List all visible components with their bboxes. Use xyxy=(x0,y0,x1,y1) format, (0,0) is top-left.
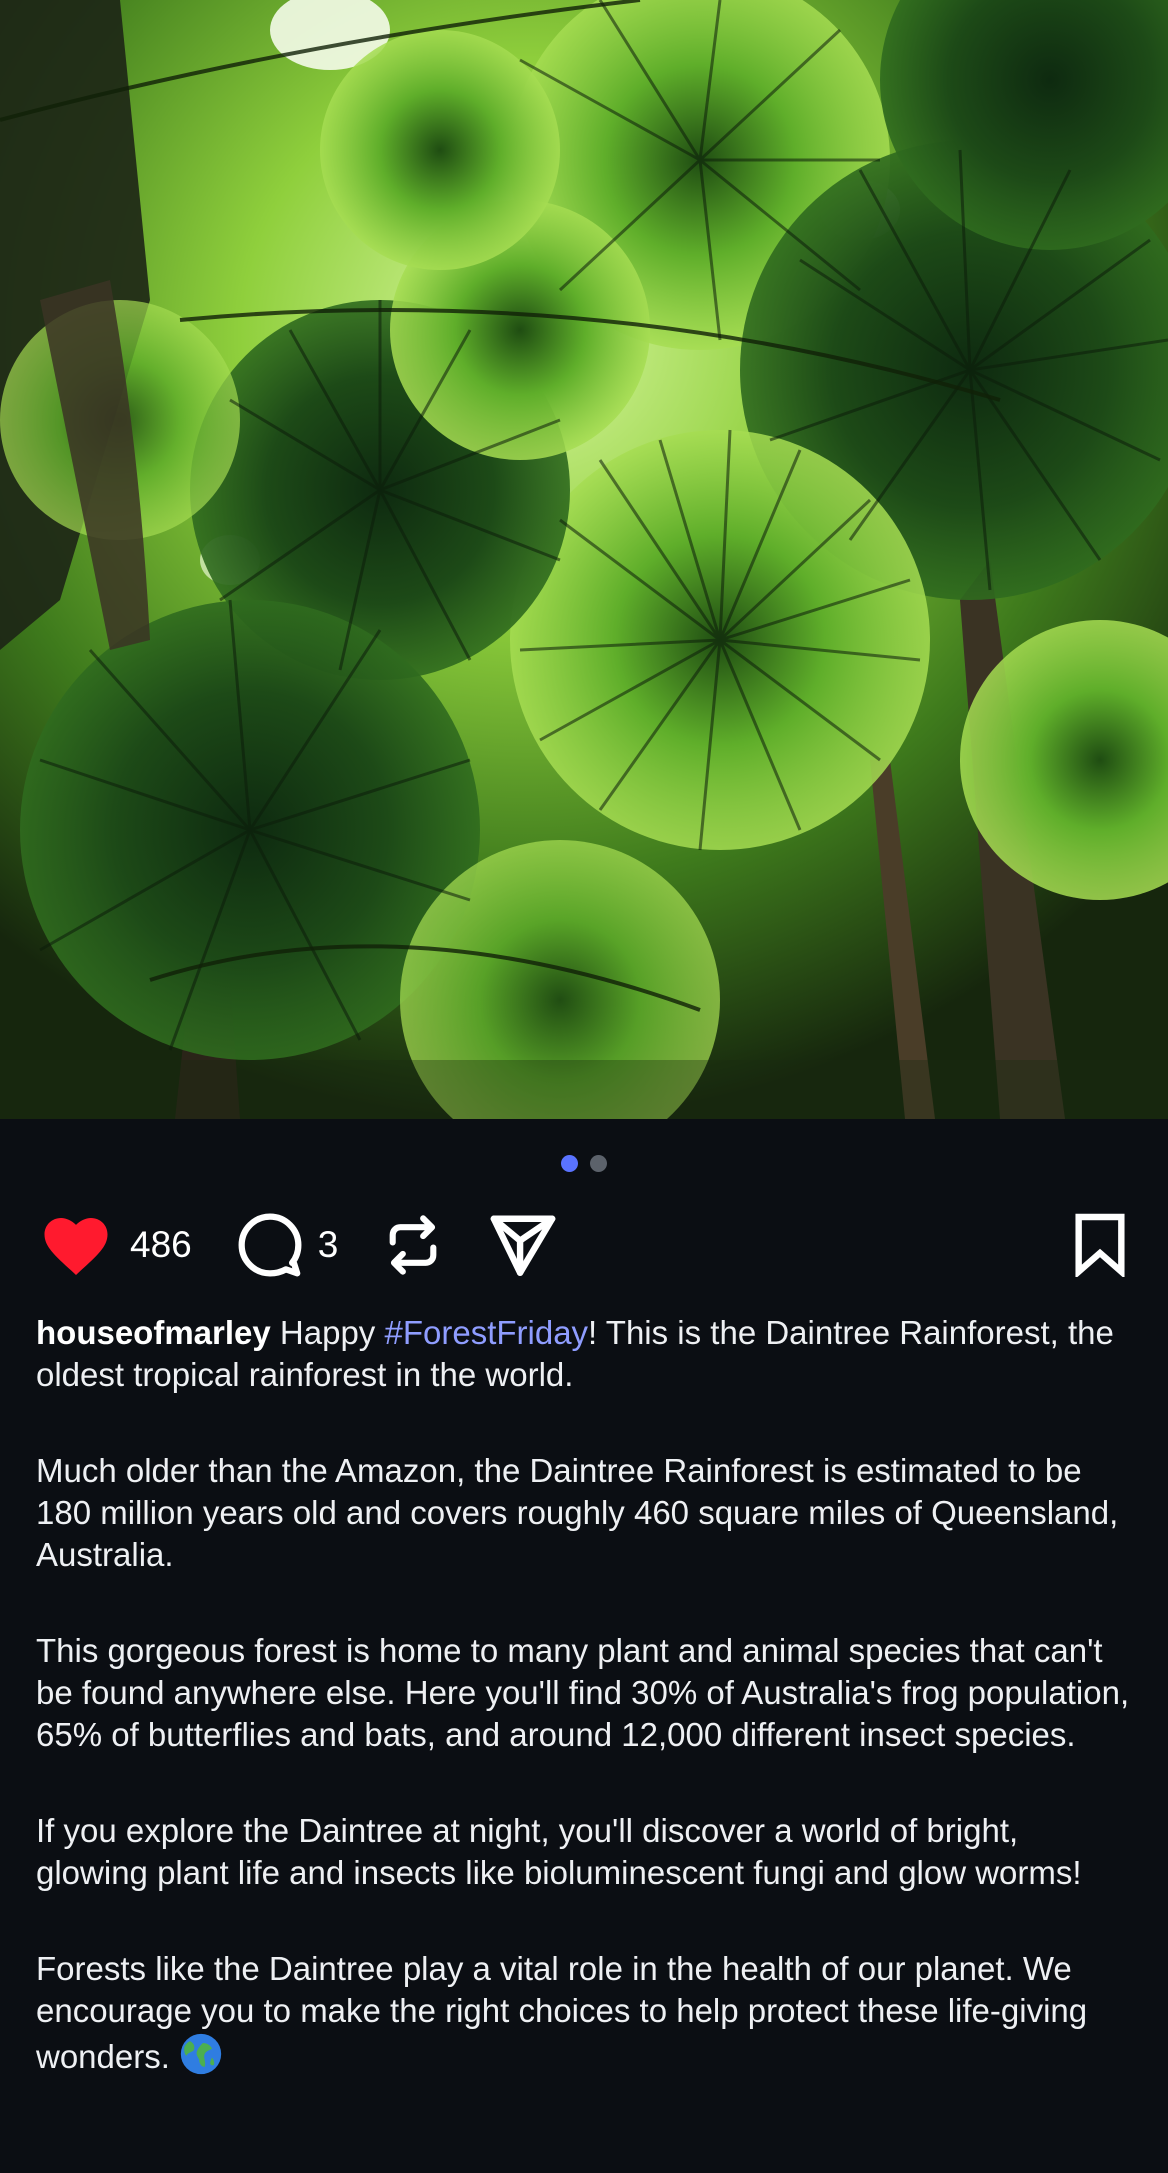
carousel-indicator xyxy=(0,1155,1168,1172)
username-link[interactable]: houseofmarley xyxy=(36,1314,271,1351)
bookmark-button[interactable] xyxy=(1072,1213,1128,1277)
caption-paragraph: Much older than the Amazon, the Daintree… xyxy=(36,1452,1119,1573)
like-count: 486 xyxy=(130,1224,192,1265)
send-paper-plane-icon xyxy=(490,1215,556,1276)
comment-count: 3 xyxy=(317,1224,339,1265)
caption-paragraph: If you explore the Daintree at night, yo… xyxy=(36,1812,1082,1891)
post-caption: houseofmarley Happy #ForestFriday! This … xyxy=(36,1312,1136,2132)
post-action-bar: 486 3 xyxy=(40,1210,1128,1280)
bookmark-icon xyxy=(1075,1213,1125,1277)
share-button[interactable] xyxy=(488,1212,558,1278)
heart-icon xyxy=(44,1218,108,1275)
comment-button[interactable]: 3 xyxy=(236,1211,339,1279)
comment-bubble-icon xyxy=(238,1213,302,1277)
carousel-dot[interactable] xyxy=(590,1155,607,1172)
rainforest-canopy-illustration xyxy=(0,0,1168,1119)
carousel-dot-active[interactable] xyxy=(561,1155,578,1172)
repost-button[interactable] xyxy=(382,1212,444,1278)
repost-arrows-icon xyxy=(389,1215,437,1275)
caption-closing: Forests like the Daintree play a vital r… xyxy=(36,1948,1136,2078)
like-button[interactable]: 486 xyxy=(40,1213,192,1277)
globe-earth-icon xyxy=(180,2033,222,2075)
caption-intro: houseofmarley Happy #ForestFriday! This … xyxy=(36,1312,1136,1396)
post-image[interactable] xyxy=(0,0,1168,1119)
caption-paragraph: This gorgeous forest is home to many pla… xyxy=(36,1632,1130,1753)
caption-text: Happy xyxy=(270,1314,385,1351)
hashtag-link[interactable]: #ForestFriday xyxy=(384,1314,588,1351)
